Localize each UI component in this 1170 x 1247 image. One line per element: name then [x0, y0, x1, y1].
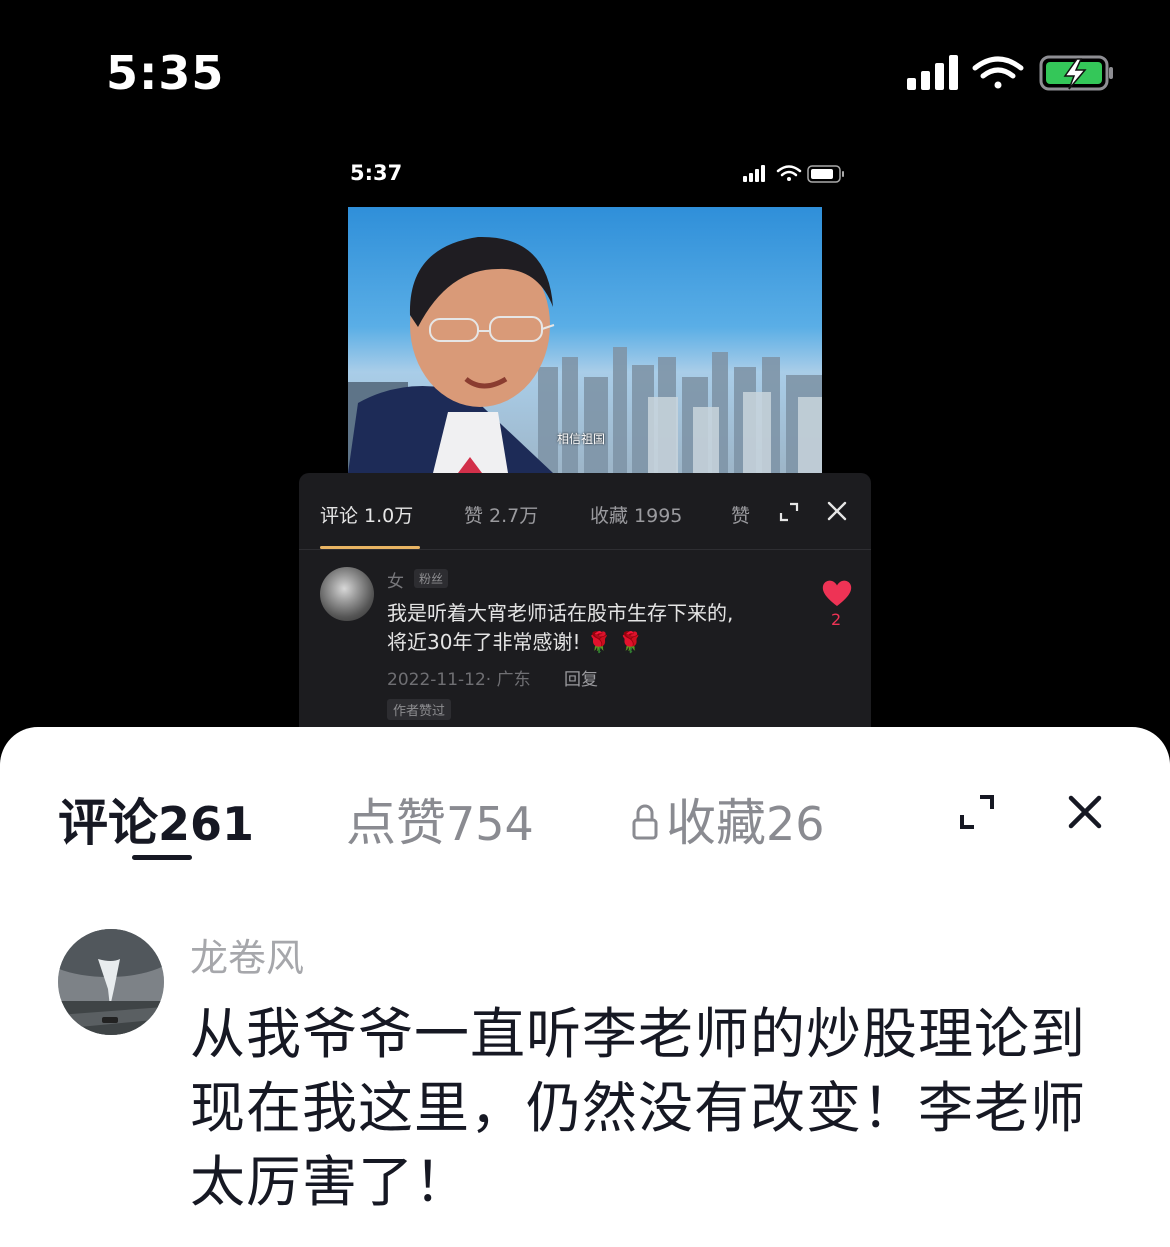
- inner-comment-panel: 评论 1.0万 赞 2.7万 收藏 1995 赞 女 粉丝 我是听着大宵老师话在…: [299, 473, 871, 733]
- inner-like-count: 2: [831, 610, 842, 629]
- battery-icon: [807, 165, 844, 183]
- close-icon[interactable]: [825, 499, 849, 523]
- lock-icon: [632, 804, 658, 840]
- author-liked-tag: 作者赞过: [387, 699, 452, 720]
- battery-charging-icon: [1039, 55, 1113, 91]
- fan-badge: 粉丝: [414, 569, 449, 588]
- status-time: 5:35: [106, 46, 225, 100]
- cellular-signal-icon: [907, 55, 958, 90]
- comment-text-line3: 太厉害了！: [190, 1150, 471, 1214]
- tab-likes[interactable]: 点赞754: [346, 783, 534, 855]
- tornado-image: [58, 929, 164, 1035]
- inner-comment-username[interactable]: 女: [387, 567, 404, 592]
- tab-comments[interactable]: 评论261: [58, 783, 254, 855]
- tab-comments-count: 261: [158, 797, 255, 851]
- tab-likes-count: 754: [446, 797, 534, 851]
- tab-comments-label: 评论: [58, 794, 158, 852]
- inner-divider: [299, 549, 871, 550]
- inner-tab-likes[interactable]: 赞 2.7万: [464, 501, 538, 528]
- inner-reply-button[interactable]: 回复: [564, 665, 598, 690]
- comment-sheet: 评论261 点赞754 收藏26 龙卷风 从我爷爷一直听李老师的炒股理论到 现在…: [0, 727, 1170, 1247]
- comment-username[interactable]: 龙卷风: [190, 927, 304, 982]
- heart-icon[interactable]: [821, 578, 853, 608]
- close-icon[interactable]: [1066, 793, 1104, 831]
- video-caption: 相信祖国: [557, 432, 606, 446]
- expand-icon[interactable]: [777, 500, 801, 524]
- inner-comment-text-line1: 我是听着大宵老师话在股市生存下来的,: [387, 601, 734, 625]
- tab-favorites-label: 收藏: [666, 794, 766, 852]
- inner-status-time: 5:37: [350, 161, 403, 185]
- expand-icon[interactable]: [958, 793, 996, 831]
- inner-tab-favorites[interactable]: 收藏 1995: [590, 501, 682, 528]
- wifi-icon: [776, 165, 802, 181]
- tab-favorites-count: 26: [766, 797, 825, 851]
- inner-tab-more[interactable]: 赞: [731, 501, 753, 528]
- inner-avatar[interactable]: [320, 567, 374, 621]
- comment-text-line2: 现在我这里，仍然没有改变！李老师: [190, 1076, 1087, 1140]
- cellular-signal-icon: [743, 165, 765, 182]
- tab-likes-label: 点赞: [346, 794, 446, 852]
- inner-status-icons: [743, 165, 844, 183]
- status-icons: [907, 55, 1113, 91]
- tab-favorites[interactable]: 收藏26: [630, 783, 825, 855]
- wifi-icon: [972, 56, 1024, 89]
- inner-comment-meta: 2022-11-12· 广东: [387, 670, 531, 690]
- avatar[interactable]: [58, 929, 164, 1035]
- inner-tab-comments[interactable]: 评论 1.0万: [320, 501, 413, 528]
- inner-comment-text-line2: 将近30年了非常感谢! 🌹 🌹: [387, 630, 643, 654]
- comment-text-line1: 从我爷爷一直听李老师的炒股理论到: [190, 1002, 1087, 1066]
- active-tab-underline: [132, 855, 192, 860]
